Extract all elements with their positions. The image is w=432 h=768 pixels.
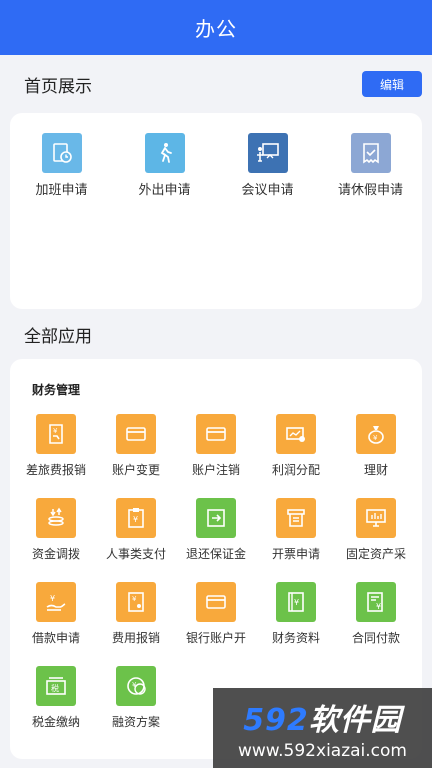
app-label: 固定资产采 xyxy=(345,547,406,561)
apps-grid: ¥ 差旅费报销 账户变更 账户注销 利润分配 ¥ 理财 资金调拨 ¥ 人事类支付 xyxy=(16,414,416,730)
card-icon xyxy=(196,414,236,454)
svg-text:税: 税 xyxy=(51,683,59,693)
payment-doc-icon: ¥ xyxy=(116,498,156,538)
invoice-icon xyxy=(276,498,316,538)
svg-text:¥: ¥ xyxy=(294,598,299,607)
app-travel-reimburse[interactable]: ¥ 差旅费报销 xyxy=(16,414,96,478)
home-item-overtime[interactable]: 加班申请 xyxy=(12,133,112,198)
leave-note-icon xyxy=(350,133,391,173)
app-label: 开票申请 xyxy=(271,547,320,561)
app-profit-distribution[interactable]: 利润分配 xyxy=(256,414,336,478)
app-account-close[interactable]: 账户注销 xyxy=(176,414,256,478)
svg-text:¥: ¥ xyxy=(50,594,55,603)
app-label: 合同付款 xyxy=(351,631,400,645)
app-label: 银行账户开 xyxy=(185,631,246,645)
profit-icon xyxy=(276,414,316,454)
app-tax-payment[interactable]: 税 税金缴纳 xyxy=(16,666,96,730)
apps-section-header: 全部应用 xyxy=(0,309,432,359)
coins-icon: ¥ xyxy=(116,666,156,706)
app-label: 资金调拨 xyxy=(31,547,80,561)
app-label: 账户注销 xyxy=(191,463,240,477)
svg-text:¥: ¥ xyxy=(376,602,381,611)
app-label: 退还保证金 xyxy=(185,547,246,561)
app-fund-transfer[interactable]: 资金调拨 xyxy=(16,498,96,562)
group-title-finance: 财务管理 xyxy=(32,383,81,397)
home-item-label: 请休假申请 xyxy=(337,183,403,198)
app-fixed-asset[interactable]: 固定资产采 xyxy=(336,498,416,562)
app-label: 财务资料 xyxy=(271,631,320,645)
card-icon xyxy=(196,582,236,622)
app-invoice[interactable]: 开票申请 xyxy=(256,498,336,562)
app-wealth[interactable]: ¥ 理财 xyxy=(336,414,416,478)
top-bar: 办公 xyxy=(0,0,432,55)
loan-hand-icon: ¥ xyxy=(36,582,76,622)
app-financing-plan[interactable]: ¥ 融资方案 xyxy=(96,666,176,730)
home-item-leave[interactable]: 请休假申请 xyxy=(321,133,421,198)
home-item-outing[interactable]: 外出申请 xyxy=(115,133,215,198)
site-watermark: 592软件园 www.592xiazai.com xyxy=(213,688,432,768)
app-account-change[interactable]: 账户变更 xyxy=(96,414,176,478)
edit-button[interactable]: 编辑 xyxy=(362,71,422,97)
app-bank-account-open[interactable]: 银行账户开 xyxy=(176,582,256,646)
app-label: 利润分配 xyxy=(271,463,320,477)
svg-text:¥: ¥ xyxy=(133,515,138,524)
walking-person-icon xyxy=(144,133,185,173)
app-label: 差旅费报销 xyxy=(25,463,86,477)
home-section-title: 首页展示 xyxy=(24,76,92,97)
app-loan[interactable]: ¥ 借款申请 xyxy=(16,582,96,646)
page-title: 办公 xyxy=(195,17,237,41)
finance-file-icon: ¥ xyxy=(276,582,316,622)
app-label: 理财 xyxy=(363,463,388,477)
app-contract-payment[interactable]: ¥ 合同付款 xyxy=(336,582,416,646)
home-item-meeting[interactable]: 会议申请 xyxy=(218,133,318,198)
travel-reimburse-icon: ¥ xyxy=(36,414,76,454)
app-label: 人事类支付 xyxy=(105,547,166,561)
watermark-brand: 592软件园 xyxy=(243,703,402,738)
svg-text:¥: ¥ xyxy=(53,427,58,435)
app-label: 税金缴纳 xyxy=(31,715,80,729)
app-deposit-refund[interactable]: 退还保证金 xyxy=(176,498,256,562)
home-item-label: 会议申请 xyxy=(241,183,294,198)
home-section-header: 首页展示 编辑 xyxy=(0,55,432,113)
fund-transfer-icon xyxy=(36,498,76,538)
tax-icon: 税 xyxy=(36,666,76,706)
asset-monitor-icon xyxy=(356,498,396,538)
app-label: 融资方案 xyxy=(111,715,160,729)
watermark-url: www.592xiazai.com xyxy=(238,741,407,761)
home-shortcuts-card: 加班申请 外出申请 会议申请 请休假申请 xyxy=(10,113,422,309)
app-label: 费用报销 xyxy=(111,631,160,645)
app-expense-reimburse[interactable]: ¥ 费用报销 xyxy=(96,582,176,646)
overtime-clock-icon xyxy=(41,133,82,173)
svg-text:¥: ¥ xyxy=(132,681,137,689)
app-label: 借款申请 xyxy=(31,631,80,645)
svg-text:¥: ¥ xyxy=(132,595,137,603)
apps-section-title: 全部应用 xyxy=(24,326,92,347)
home-item-label: 外出申请 xyxy=(138,183,191,198)
refund-icon xyxy=(196,498,236,538)
card-icon xyxy=(116,414,156,454)
money-bag-icon: ¥ xyxy=(356,414,396,454)
expense-doc-icon: ¥ xyxy=(116,582,156,622)
home-item-label: 加班申请 xyxy=(35,183,88,198)
app-label: 账户变更 xyxy=(111,463,160,477)
contract-icon: ¥ xyxy=(356,582,396,622)
meeting-board-icon xyxy=(247,133,288,173)
svg-text:¥: ¥ xyxy=(373,434,378,442)
app-hr-payment[interactable]: ¥ 人事类支付 xyxy=(96,498,176,562)
app-finance-files[interactable]: ¥ 财务资料 xyxy=(256,582,336,646)
